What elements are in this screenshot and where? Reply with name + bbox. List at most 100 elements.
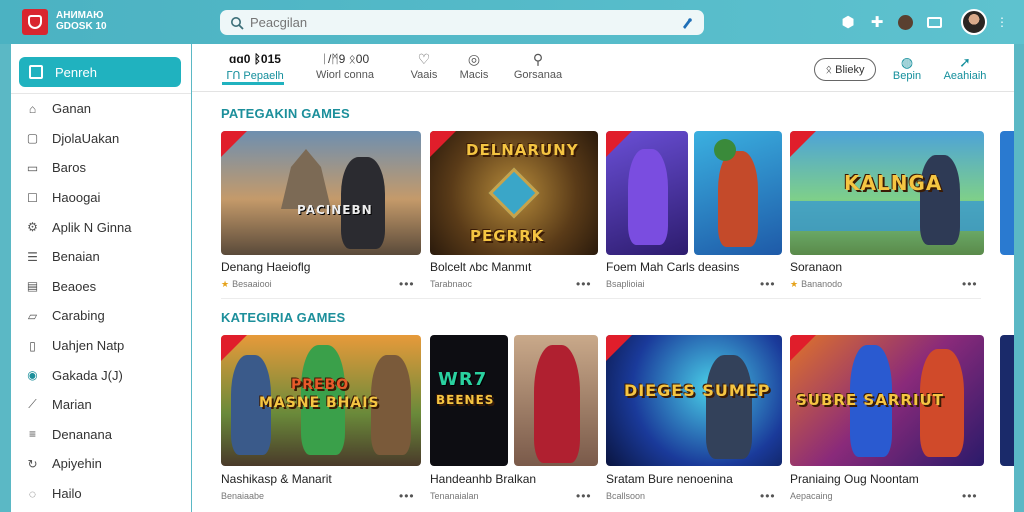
sidebar-item[interactable]: ▭ Baros [11, 153, 191, 183]
sidebar-item-label: Benaian [52, 249, 100, 265]
more-options-icon[interactable]: ••• [399, 489, 415, 503]
game-thumbnail[interactable]: DIEGES SUMEP [606, 335, 782, 466]
section-title: KATEGIRIA GAMES [221, 310, 346, 325]
sidebar-item[interactable]: ☰ Benaian [11, 242, 191, 272]
section-divider [221, 298, 981, 299]
thumbnail-title: DELNARUNY [466, 141, 579, 159]
bookmark-icon: ▤ [26, 279, 39, 294]
sidebar-item[interactable]: ▤ Beaoes [11, 272, 191, 302]
home-icon: ⌂ [28, 101, 37, 116]
card-subtitle: Bsaplioiai [606, 279, 645, 289]
tab-label: Vaais [410, 69, 438, 81]
bulb-icon: ◌ [28, 486, 37, 501]
sidebar-item[interactable]: ☐ Haoogai [11, 183, 191, 213]
next-card-peek[interactable] [1000, 335, 1014, 466]
send-icon: ➚ [959, 54, 971, 70]
more-options-icon[interactable]: ••• [760, 489, 776, 503]
game-thumbnail[interactable] [606, 131, 688, 255]
more-options-icon[interactable]: ••• [399, 277, 415, 291]
game-card[interactable]: Foem Mah Carls deasins Bsaplioiai ••• [606, 131, 782, 301]
game-thumbnail[interactable]: SUBRE SARRIUT [790, 335, 984, 466]
sidebar-item[interactable]: ⌂ Ganan [11, 94, 191, 124]
filter-button[interactable]: ᛟ Blieky [814, 58, 876, 81]
heart-icon: ♡ [417, 51, 431, 67]
thumbnail-subtitle: MASNE BHAIS [259, 395, 380, 411]
more-options-icon[interactable]: ••• [760, 277, 776, 291]
game-thumbnail[interactable]: PREBO MASNE BHAIS [221, 335, 421, 466]
user-avatar[interactable] [961, 9, 987, 35]
card-subtitle: Bcallsoon [606, 491, 646, 501]
ribbon-badge [606, 131, 632, 157]
card-title: Bolcelt ʌbc Manmıt [430, 260, 532, 274]
add-icon[interactable]: ✚ [867, 12, 887, 32]
ribbon-badge [221, 335, 247, 361]
search-bar[interactable] [220, 10, 704, 35]
tab-label: Macis [459, 69, 489, 81]
game-card[interactable]: PREBO MASNE BHAIS Nashikasp & Manarit Be… [221, 335, 421, 505]
sidebar-item[interactable]: ≡ Denanana [11, 420, 191, 450]
game-thumbnail[interactable] [514, 335, 598, 466]
game-thumbnail[interactable]: PACINEBN [221, 131, 421, 255]
more-options-icon[interactable]: ••• [962, 277, 978, 291]
game-card[interactable]: DIEGES SUMEP Sratam Bure nenoenina Bcall… [606, 335, 782, 505]
profile-badge-icon[interactable] [895, 12, 915, 32]
more-options-icon[interactable]: ••• [576, 277, 592, 291]
card-subtitle: Benaiaabe [221, 491, 265, 501]
circle-icon: ◎ [467, 51, 481, 67]
tool-button-1[interactable]: ◍ Bepin [892, 54, 922, 82]
tab-active[interactable]: ɑɑ0 ᛒ015 ᒥᑎ Pepaelh [222, 52, 288, 82]
main-content: ɑɑ0 ᛒ015 ᒥᑎ Pepaelh ᛁ/ᛗ9 ᛟ00 Wiorl conna… [192, 44, 1014, 512]
next-card-peek[interactable] [1000, 131, 1014, 255]
app-title-line2: GDOSK 10 [56, 21, 107, 32]
tab-label: ᒥᑎ Pepaelh [226, 70, 284, 82]
search-input[interactable] [250, 15, 680, 30]
more-options-icon[interactable]: ••• [576, 489, 592, 503]
card-subtitle: Tenanaialan [430, 491, 479, 501]
tab[interactable]: ᛁ/ᛗ9 ᛟ00 Wiorl conna [310, 52, 380, 81]
game-thumbnail[interactable]: KALNGA [790, 131, 984, 255]
game-card[interactable]: KALNGA Soranaon ★ Bananodo ••• [790, 131, 984, 301]
tab-stats[interactable]: ◎ Macis [454, 51, 494, 82]
sidebar-item-label: Hailo [52, 486, 82, 502]
card-subtitle: Tarabnaoc [430, 279, 473, 289]
sidebar-item[interactable]: ▯ Uahjen Natp [11, 331, 191, 361]
game-card[interactable]: PACINEBN Denang Haeioflg ★ Besaaiooi ••• [221, 131, 421, 301]
section-title: PATEGAKIN GAMES [221, 106, 350, 121]
thumbnail-title: WR7 [438, 369, 488, 390]
sidebar-active-label: Penreh [55, 64, 97, 80]
folder-icon: ▱ [27, 308, 38, 323]
search-icon: ⚲ [532, 51, 544, 67]
sidebar-item[interactable]: ◉ Gakada J(J) [11, 360, 191, 390]
sidebar-item[interactable]: ▢ DjolaUakan [11, 124, 191, 154]
tab-search[interactable]: ⚲ Gorsanaa [510, 51, 566, 82]
sidebar-item-active[interactable]: Penreh [19, 57, 181, 87]
tool-button-2[interactable]: ➚ Aeahiaih [942, 54, 988, 82]
game-card[interactable]: SUBRE SARRIUT Praniaing Oug Noontam Aepa… [790, 335, 984, 505]
ribbon-badge [430, 131, 456, 157]
sidebar-item[interactable]: ↻ Apiyehin [11, 449, 191, 479]
sidebar: Penreh ⌂ Ganan ▢ DjolaUakan ▭ Baros ☐ Haooga… [11, 44, 191, 512]
thumbnail-title: PACINEBN [297, 203, 373, 217]
more-options-icon[interactable]: ••• [962, 489, 978, 503]
tab-favorites[interactable]: ♡ Vaais [404, 51, 444, 82]
game-card[interactable]: DELNARUNY PEGRRK Bolcelt ʌbc Manmıt Tara… [430, 131, 598, 301]
sidebar-item-label: Beaoes [52, 278, 97, 294]
tool-label: Bepin [892, 70, 922, 82]
home-active-icon [29, 65, 43, 79]
sidebar-item[interactable]: ◌ Hailo [11, 479, 191, 509]
game-thumbnail[interactable]: DELNARUNY PEGRRK [430, 131, 598, 255]
square-icon: ▭ [26, 160, 39, 175]
game-card[interactable]: WR7 BEENES Handeanhb Bralkan Tenanaialan… [430, 335, 598, 505]
thumbnail-subtitle: PEGRRK [470, 227, 545, 245]
sidebar-item[interactable]: ▱ Carabing [11, 301, 191, 331]
sidebar-item[interactable]: ⟋ Marian [11, 390, 191, 420]
game-thumbnail[interactable] [694, 131, 782, 255]
sidebar-item[interactable]: ⚙ Aplik N Ginna [11, 212, 191, 242]
screen-icon[interactable] [924, 12, 944, 32]
ribbon-badge [606, 335, 632, 361]
notification-icon[interactable]: ⬢ [838, 12, 858, 32]
game-thumbnail[interactable]: WR7 BEENES [430, 335, 508, 466]
menu-dots-icon[interactable]: ⋮ [992, 12, 1012, 32]
voice-search-icon[interactable] [680, 16, 694, 30]
app-logo[interactable] [22, 9, 48, 35]
